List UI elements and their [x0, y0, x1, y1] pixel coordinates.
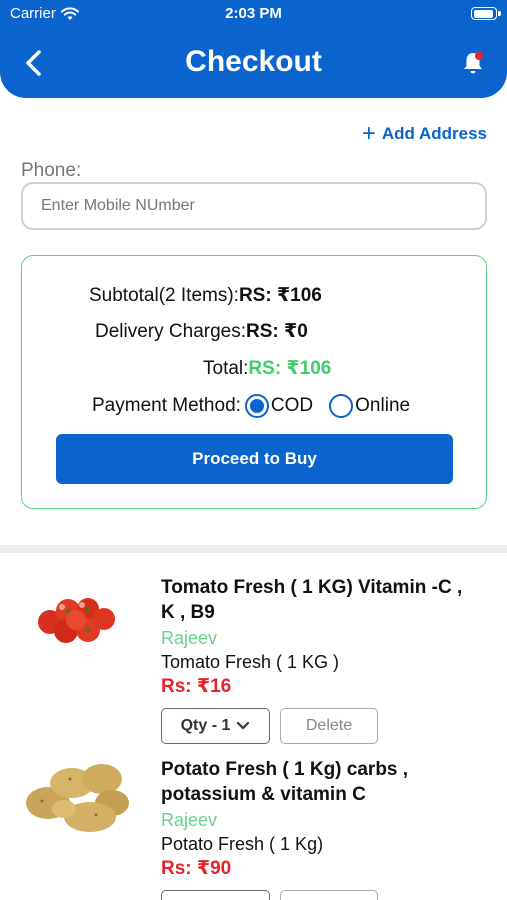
item-seller: Rajeev — [161, 628, 218, 648]
delete-button[interactable]: Delete — [280, 708, 378, 744]
delete-button[interactable] — [280, 890, 378, 900]
delivery-row: Delivery Charges:RS: ₹0 — [95, 320, 507, 343]
payment-option-online[interactable]: Online — [329, 394, 410, 418]
battery-icon — [471, 7, 501, 20]
add-address-label: Add Address — [381, 124, 487, 143]
subtotal-value: RS: ₹106 — [238, 285, 322, 306]
quantity-dropdown[interactable]: Qty - 1 — [161, 708, 270, 744]
header-bar: Carrier 2:03 PM Checkout — [0, 0, 507, 98]
delivery-label: Delivery Charges: — [95, 321, 246, 342]
payment-method-row: Payment Method: COD Online — [92, 394, 507, 418]
item-actions — [161, 890, 481, 900]
phone-input[interactable] — [21, 182, 487, 230]
status-time: 2:03 PM — [225, 5, 282, 22]
quantity-label: Qty - 1 — [180, 717, 231, 734]
payment-method-label: Payment Method: — [92, 395, 241, 416]
item-subname: Tomato Fresh ( 1 KG ) — [161, 652, 340, 672]
page-title: Checkout — [185, 45, 322, 78]
cod-label: COD — [270, 395, 314, 416]
section-divider — [0, 545, 507, 553]
quantity-dropdown[interactable] — [161, 890, 270, 900]
phone-label: Phone: — [21, 160, 82, 181]
payment-option-cod[interactable]: COD — [244, 394, 314, 418]
radio-unselected-icon[interactable] — [329, 394, 354, 418]
total-value: RS: ₹106 — [248, 358, 332, 379]
plus-icon: + — [361, 120, 376, 147]
item-info: Tomato Fresh ( 1 KG) Vitamin -C , K , B9… — [161, 575, 481, 744]
add-address-link[interactable]: + Add Address — [361, 120, 487, 147]
item-price: Rs: ₹16 — [161, 676, 232, 697]
proceed-to-buy-button[interactable]: Proceed to Buy — [56, 434, 453, 484]
status-bar: Carrier 2:03 PM — [0, 5, 507, 25]
subtotal-label: Subtotal(2 Items): — [89, 285, 239, 306]
radio-selected-icon[interactable] — [244, 394, 269, 418]
item-subname: Potato Fresh ( 1 Kg) — [161, 834, 324, 854]
notification-bell-icon[interactable] — [461, 50, 485, 76]
subtotal-row: Subtotal(2 Items):RS: ₹106 — [89, 284, 507, 307]
item-seller: Rajeev — [161, 810, 218, 830]
total-label: Total: — [203, 358, 249, 379]
total-row: Total:RS: ₹106 — [203, 357, 507, 380]
item-info: Potato Fresh ( 1 Kg) carbs , potassium &… — [161, 757, 481, 900]
item-name: Potato Fresh ( 1 Kg) carbs , potassium &… — [161, 759, 409, 805]
item-price: Rs: ₹90 — [161, 858, 232, 879]
item-name: Tomato Fresh ( 1 KG) Vitamin -C , K , B9 — [161, 577, 463, 623]
tomato-image — [38, 598, 115, 643]
delivery-value: RS: ₹0 — [246, 321, 308, 342]
order-summary-card: Subtotal(2 Items):RS: ₹106 Delivery Char… — [21, 255, 487, 509]
chevron-down-icon — [237, 721, 250, 730]
potato-image — [26, 764, 129, 832]
item-actions: Qty - 1 Delete — [161, 708, 481, 744]
online-label: Online — [355, 395, 411, 416]
